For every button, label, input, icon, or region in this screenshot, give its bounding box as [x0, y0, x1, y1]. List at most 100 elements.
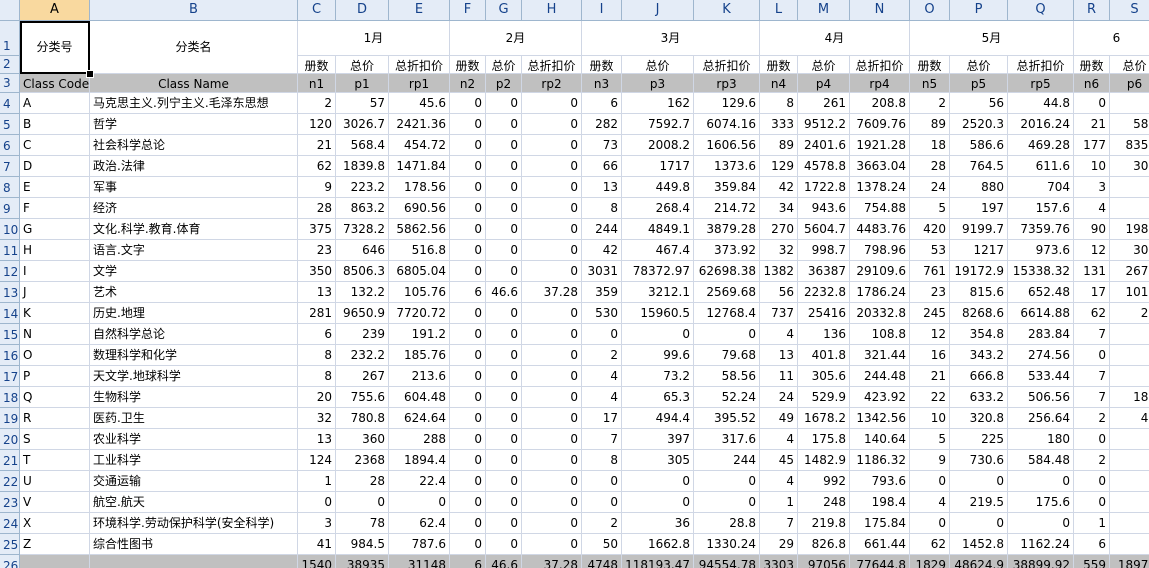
row-header-5[interactable]: 5	[0, 114, 20, 135]
data-cell[interactable]: 19172.9	[950, 261, 1008, 282]
data-cell[interactable]: 42	[760, 177, 798, 198]
data-cell[interactable]: 4483.76	[850, 219, 910, 240]
totals-cell[interactable]: 38899.92	[1008, 555, 1074, 568]
data-cell[interactable]: 1471.84	[389, 156, 450, 177]
data-cell[interactable]: 704	[1008, 177, 1074, 198]
data-cell[interactable]: 4	[910, 492, 950, 513]
subheader-cn[interactable]: 总折扣价	[850, 56, 910, 74]
totals-cell[interactable]: 3303	[760, 555, 798, 568]
data-cell[interactable]: 397	[622, 429, 694, 450]
class-code-cell[interactable]: X	[20, 513, 90, 534]
subheader-code[interactable]: n3	[582, 74, 622, 93]
data-cell[interactable]: 943.6	[798, 198, 850, 219]
data-cell[interactable]: 0	[450, 324, 486, 345]
data-cell[interactable]: 22	[910, 387, 950, 408]
data-cell[interactable]: 288	[389, 429, 450, 450]
data-cell[interactable]: 0	[522, 93, 582, 114]
data-cell[interactable]: 6	[298, 324, 336, 345]
data-cell[interactable]: 274.56	[1008, 345, 1074, 366]
data-cell[interactable]: 880	[950, 177, 1008, 198]
data-cell[interactable]: 32	[760, 240, 798, 261]
data-cell[interactable]: 516.8	[389, 240, 450, 261]
month-header[interactable]: 3月	[582, 21, 760, 56]
data-cell[interactable]: 754.88	[850, 198, 910, 219]
subheader-code[interactable]: n6	[1074, 74, 1110, 93]
class-name-header-en[interactable]: Class Name	[90, 74, 298, 93]
data-cell[interactable]: 10	[910, 408, 950, 429]
data-cell[interactable]: 267	[336, 366, 389, 387]
class-name-cell[interactable]: 艺术	[90, 282, 298, 303]
data-cell[interactable]: 449.8	[622, 177, 694, 198]
data-cell[interactable]: 652.48	[1008, 282, 1074, 303]
data-cell[interactable]: 0	[1074, 93, 1110, 114]
data-cell[interactable]: 105.76	[389, 282, 450, 303]
data-cell[interactable]: 198.4	[850, 492, 910, 513]
row-header-2[interactable]: 2	[0, 56, 20, 74]
row-header-22[interactable]: 22	[0, 471, 20, 492]
data-cell[interactable]: 2520.3	[950, 114, 1008, 135]
data-cell[interactable]: 3026.7	[336, 114, 389, 135]
data-cell[interactable]: 423.92	[850, 387, 910, 408]
data-cell[interactable]: 8	[298, 345, 336, 366]
data-cell[interactable]: 0	[910, 513, 950, 534]
class-name-header-cn[interactable]: 分类名	[90, 21, 298, 74]
data-cell[interactable]: 0	[1074, 471, 1110, 492]
data-cell[interactable]: 261	[798, 93, 850, 114]
data-cell[interactable]: 5	[910, 198, 950, 219]
totals-cell[interactable]: 46.6	[486, 555, 522, 568]
data-cell[interactable]: 0	[522, 114, 582, 135]
data-cell[interactable]: 4	[760, 471, 798, 492]
data-cell[interactable]: 0	[486, 387, 522, 408]
row-header-17[interactable]: 17	[0, 366, 20, 387]
data-cell[interactable]: 1980	[1110, 219, 1149, 240]
data-cell[interactable]: 0	[950, 471, 1008, 492]
column-header-g[interactable]: G	[486, 0, 522, 21]
data-cell[interactable]: 37.28	[522, 282, 582, 303]
data-cell[interactable]: 7592.7	[622, 114, 694, 135]
data-cell[interactable]: 5604.7	[798, 219, 850, 240]
subheader-cn[interactable]: 册数	[582, 56, 622, 74]
data-cell[interactable]: 9	[910, 450, 950, 471]
totals-cell[interactable]: 1829	[910, 555, 950, 568]
data-cell[interactable]: 0	[486, 345, 522, 366]
data-cell[interactable]: 7720.72	[389, 303, 450, 324]
data-cell[interactable]: 0	[522, 198, 582, 219]
class-name-cell[interactable]: 经济	[90, 198, 298, 219]
data-cell[interactable]: 984.5	[336, 534, 389, 555]
data-cell[interactable]	[1110, 471, 1149, 492]
data-cell[interactable]: 0	[450, 366, 486, 387]
data-cell[interactable]: 219.8	[798, 513, 850, 534]
data-cell[interactable]: 89	[910, 114, 950, 135]
totals-cell[interactable]: 38935	[336, 555, 389, 568]
data-cell[interactable]: 162	[622, 93, 694, 114]
subheader-code[interactable]: p6	[1110, 74, 1149, 93]
data-cell[interactable]: 214.72	[694, 198, 760, 219]
data-cell[interactable]: 56	[950, 93, 1008, 114]
data-cell[interactable]: 244.48	[850, 366, 910, 387]
subheader-code[interactable]: p3	[622, 74, 694, 93]
totals-cell[interactable]: 118193.47	[622, 555, 694, 568]
data-cell[interactable]: 36	[622, 513, 694, 534]
class-name-cell[interactable]: 工业科学	[90, 450, 298, 471]
data-cell[interactable]: 15338.32	[1008, 261, 1074, 282]
data-cell[interactable]: 44.8	[1008, 93, 1074, 114]
data-cell[interactable]: 0	[486, 429, 522, 450]
data-cell[interactable]: 0	[450, 198, 486, 219]
data-cell[interactable]: 530	[582, 303, 622, 324]
data-cell[interactable]: 22	[1110, 303, 1149, 324]
data-cell[interactable]: 6805.04	[389, 261, 450, 282]
data-cell[interactable]: 132.2	[336, 282, 389, 303]
data-cell[interactable]: 0	[522, 135, 582, 156]
data-cell[interactable]: 0	[298, 492, 336, 513]
data-cell[interactable]: 46.6	[486, 282, 522, 303]
data-cell[interactable]: 28	[336, 471, 389, 492]
row-header-12[interactable]: 12	[0, 261, 20, 282]
data-cell[interactable]: 359	[582, 282, 622, 303]
data-cell[interactable]: 13	[582, 177, 622, 198]
data-cell[interactable]: 20332.8	[850, 303, 910, 324]
row-header-23[interactable]: 23	[0, 492, 20, 513]
class-name-cell[interactable]: 天文学.地球科学	[90, 366, 298, 387]
data-cell[interactable]: 360	[336, 429, 389, 450]
data-cell[interactable]: 28	[910, 156, 950, 177]
data-cell[interactable]: 0	[486, 303, 522, 324]
